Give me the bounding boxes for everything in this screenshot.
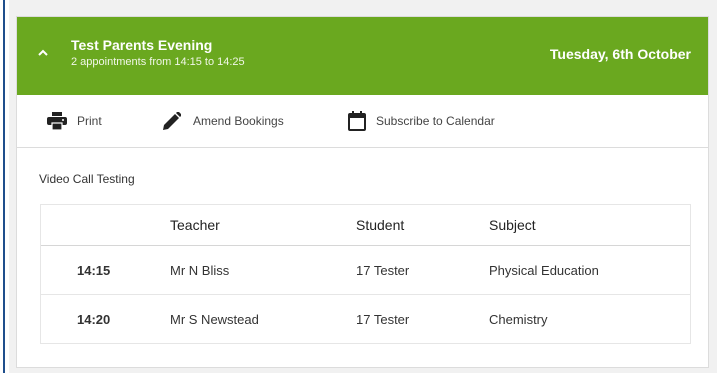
subscribe-calendar-label: Subscribe to Calendar — [376, 114, 495, 128]
event-header[interactable]: Test Parents Evening 2 appointments from… — [17, 17, 708, 95]
appointment-time: 14:15 — [77, 262, 111, 278]
appointment-teacher: Mr N Bliss — [170, 262, 230, 278]
appointment-time: 14:20 — [77, 311, 111, 327]
table-header-row: Teacher Student Subject — [41, 205, 690, 246]
event-subtitle: 2 appointments from 14:15 to 14:25 — [71, 56, 245, 68]
appointment-subject: Chemistry — [489, 311, 548, 327]
event-title: Test Parents Evening — [71, 37, 213, 53]
chevron-up-icon[interactable] — [37, 47, 49, 59]
header-teacher: Teacher — [170, 217, 220, 233]
left-edge — [0, 0, 9, 373]
header-student: Student — [356, 217, 405, 233]
header-subject: Subject — [489, 217, 536, 233]
event-card: Test Parents Evening 2 appointments from… — [16, 16, 709, 368]
printer-icon — [47, 112, 67, 130]
event-date: Tuesday, 6th October — [549, 46, 691, 62]
subscribe-calendar-button[interactable]: Subscribe to Calendar — [348, 95, 495, 147]
table-row[interactable]: 14:20 Mr S Newstead 17 Tester Chemistry — [41, 294, 690, 343]
appointment-student: 17 Tester — [356, 311, 410, 327]
amend-bookings-button[interactable]: Amend Bookings — [163, 95, 284, 147]
section-label: Video Call Testing — [39, 172, 135, 186]
appointment-student: 17 Tester — [356, 262, 410, 278]
appointment-subject: Physical Education — [489, 262, 599, 278]
left-edge-line — [3, 0, 5, 373]
print-label: Print — [77, 114, 102, 128]
pencil-icon — [163, 112, 181, 130]
appointment-teacher: Mr S Newstead — [170, 311, 259, 327]
appointments-table: Teacher Student Subject 14:15 Mr N Bliss… — [40, 204, 691, 344]
toolbar: Print Amend Bookings Subscribe to Calend… — [17, 95, 708, 148]
calendar-icon — [348, 111, 366, 131]
table-row[interactable]: 14:15 Mr N Bliss 17 Tester Physical Educ… — [41, 246, 690, 294]
amend-bookings-label: Amend Bookings — [193, 114, 284, 128]
print-button[interactable]: Print — [47, 95, 102, 147]
